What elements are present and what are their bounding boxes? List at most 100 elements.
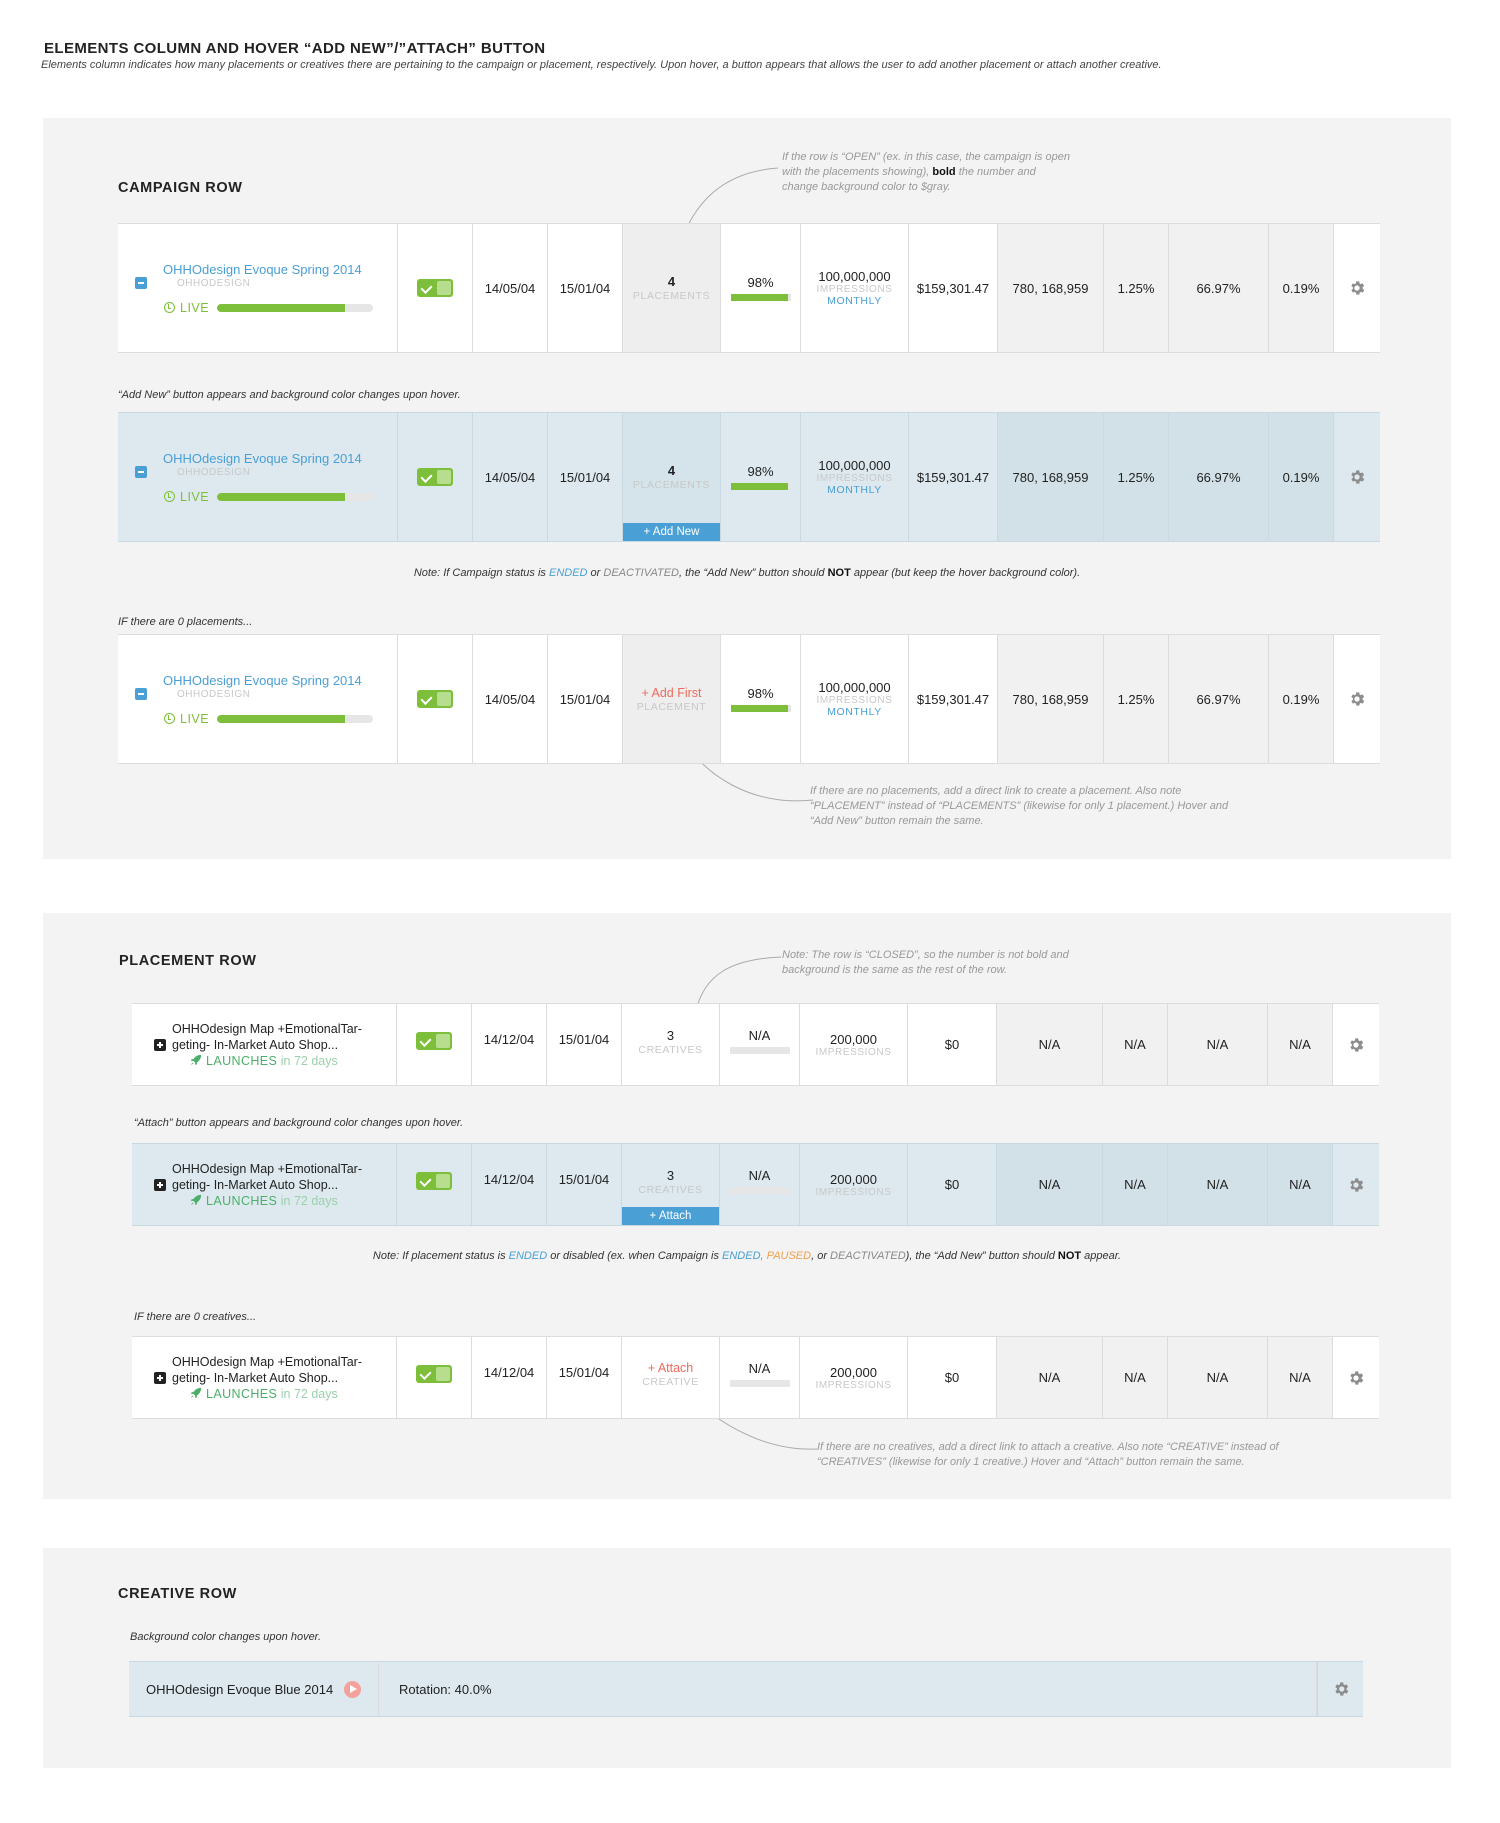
placement-row[interactable]: OHHOdesign Map +EmotionalTar- geting- In… bbox=[132, 1143, 1379, 1226]
campaign-row[interactable]: OHHOdesign Evoque Spring 2014 OHHODESIGN… bbox=[118, 412, 1380, 542]
placement-name-line1[interactable]: OHHOdesign Map +EmotionalTar- bbox=[172, 1354, 362, 1370]
pacing-cell: N/A bbox=[720, 1337, 800, 1418]
zero-creatives-note: IF there are 0 creatives... bbox=[134, 1311, 257, 1323]
creative-name-cell: OHHOdesign Evoque Blue 2014 bbox=[129, 1662, 379, 1716]
pacing-value: 98% bbox=[747, 686, 774, 701]
placement-row[interactable]: OHHOdesign Map +EmotionalTar- geting- In… bbox=[132, 1003, 1379, 1086]
end-date: 15/01/04 bbox=[547, 1337, 622, 1418]
campaign-name-link[interactable]: OHHOdesign Evoque Spring 2014 bbox=[163, 673, 362, 688]
campaign-status-note: Note: If Campaign status is ENDED or DEA… bbox=[413, 567, 1081, 579]
creative-row[interactable]: OHHOdesign Evoque Blue 2014 Rotation: 40… bbox=[129, 1661, 1363, 1717]
gear-icon[interactable] bbox=[1332, 1680, 1350, 1698]
campaign-org: OHHODESIGN bbox=[177, 277, 251, 289]
end-date: 15/01/04 bbox=[547, 1004, 622, 1085]
elements-cell: + Attach CREATIVE bbox=[622, 1337, 720, 1418]
elements-label: CREATIVES bbox=[638, 1184, 703, 1196]
active-toggle[interactable] bbox=[416, 1172, 452, 1190]
expand-icon[interactable] bbox=[154, 1372, 166, 1384]
pacing-value: N/A bbox=[748, 1361, 771, 1376]
impressions-label: IMPRESSIONS bbox=[815, 1046, 892, 1058]
attach-first-creative-link[interactable]: + Attach bbox=[648, 1361, 694, 1375]
viewability-value: 66.97% bbox=[1169, 413, 1269, 541]
placement-name-line1[interactable]: OHHOdesign Map +EmotionalTar- bbox=[172, 1161, 362, 1177]
creative-settings-cell bbox=[1317, 1662, 1363, 1716]
rocket-icon bbox=[190, 1194, 202, 1209]
campaign-name-link[interactable]: OHHOdesign Evoque Spring 2014 bbox=[163, 451, 362, 466]
impressions-period: MONTHLY bbox=[827, 484, 882, 496]
impressions-label: IMPRESSIONS bbox=[816, 284, 893, 295]
expand-icon[interactable] bbox=[154, 1039, 166, 1051]
creative-section-title: CREATIVE ROW bbox=[118, 1586, 237, 1602]
launch-label: LAUNCHES bbox=[206, 1387, 278, 1401]
campaign-name-cell: OHHOdesign Evoque Spring 2014 OHHODESIGN… bbox=[118, 413, 398, 541]
ctr-value: 1.25% bbox=[1104, 224, 1169, 352]
placement-name-line2[interactable]: geting- In-Market Auto Shop... bbox=[172, 1370, 338, 1386]
budget-value: $159,301.47 bbox=[909, 635, 998, 763]
active-toggle[interactable] bbox=[417, 279, 453, 297]
creative-hover-note: Background color changes upon hover. bbox=[130, 1631, 321, 1643]
ctr-value: N/A bbox=[1103, 1337, 1168, 1418]
pacing-value: N/A bbox=[748, 1168, 771, 1183]
end-date: 15/01/04 bbox=[548, 413, 623, 541]
active-toggle[interactable] bbox=[417, 690, 453, 708]
delivered-value: N/A bbox=[997, 1337, 1103, 1418]
collapse-icon[interactable] bbox=[135, 466, 147, 478]
page-title: ELEMENTS COLUMN AND HOVER “ADD NEW”/”ATT… bbox=[44, 40, 546, 57]
ctr-value: 1.25% bbox=[1104, 413, 1169, 541]
gear-icon[interactable] bbox=[1347, 1176, 1365, 1194]
campaign-row[interactable]: OHHOdesign Evoque Spring 2014 OHHODESIGN… bbox=[118, 634, 1380, 764]
gear-icon[interactable] bbox=[1347, 1369, 1365, 1387]
active-toggle[interactable] bbox=[417, 468, 453, 486]
viewability-value: N/A bbox=[1168, 1337, 1268, 1418]
placement-row[interactable]: OHHOdesign Map +EmotionalTar- geting- In… bbox=[132, 1336, 1379, 1419]
delivered-value: N/A bbox=[997, 1004, 1103, 1085]
zero-creatives-explain: If there are no creatives, add a direct … bbox=[817, 1441, 1279, 1468]
gear-icon[interactable] bbox=[1347, 1036, 1365, 1054]
gear-icon[interactable] bbox=[1348, 279, 1366, 297]
add-new-button[interactable]: + Add New bbox=[623, 523, 720, 541]
play-icon[interactable] bbox=[344, 1680, 362, 1698]
settings-cell bbox=[1334, 635, 1380, 763]
collapse-icon[interactable] bbox=[135, 688, 147, 700]
gear-icon[interactable] bbox=[1348, 468, 1366, 486]
attach-button[interactable]: + Attach bbox=[622, 1207, 719, 1225]
placement-name-line2[interactable]: geting- In-Market Auto Shop... bbox=[172, 1037, 338, 1053]
impressions-cell: 200,000 IMPRESSIONS bbox=[800, 1004, 908, 1085]
elements-cell: 3 CREATIVES + Attach bbox=[622, 1144, 720, 1225]
budget-value: $0 bbox=[908, 1337, 997, 1418]
collapse-icon[interactable] bbox=[135, 277, 147, 289]
impressions-label: IMPRESSIONS bbox=[815, 1186, 892, 1198]
expand-icon[interactable] bbox=[154, 1179, 166, 1191]
impressions-cell: 100,000,000 IMPRESSIONS MONTHLY bbox=[801, 413, 909, 541]
add-first-placement-link[interactable]: + Add First bbox=[641, 686, 701, 700]
delivered-value: 780, 168,959 bbox=[998, 413, 1104, 541]
gear-icon[interactable] bbox=[1348, 690, 1366, 708]
toggle-cell bbox=[398, 635, 473, 763]
start-date: 14/12/04 bbox=[472, 1337, 547, 1418]
campaign-org: OHHODESIGN bbox=[177, 688, 251, 700]
active-toggle[interactable] bbox=[416, 1032, 452, 1050]
start-date: 14/12/04 bbox=[472, 1144, 547, 1225]
zero-placements-explain: If there are no placements, add a direct… bbox=[810, 785, 1229, 827]
elements-count: 3 bbox=[666, 1028, 675, 1043]
launch-label: LAUNCHES bbox=[206, 1054, 278, 1068]
elements-label: PLACEMENTS bbox=[632, 479, 711, 491]
flight-progress-bar bbox=[217, 492, 374, 501]
placement-name-line1[interactable]: OHHOdesign Map +EmotionalTar- bbox=[172, 1021, 362, 1037]
campaign-row[interactable]: OHHOdesign Evoque Spring 2014 OHHODESIGN… bbox=[118, 223, 1380, 353]
pacing-bar bbox=[729, 1187, 790, 1194]
clock-icon bbox=[164, 713, 175, 724]
end-date: 15/01/04 bbox=[548, 635, 623, 763]
campaign-name-link[interactable]: OHHOdesign Evoque Spring 2014 bbox=[163, 262, 362, 277]
placement-status: LAUNCHES in 72 days bbox=[190, 1194, 338, 1209]
viewability-value: N/A bbox=[1168, 1144, 1268, 1225]
active-toggle[interactable] bbox=[416, 1365, 452, 1383]
placement-name-line2[interactable]: geting- In-Market Auto Shop... bbox=[172, 1177, 338, 1193]
impressions-cell: 100,000,000 IMPRESSIONS MONTHLY bbox=[801, 224, 909, 352]
creative-name[interactable]: OHHOdesign Evoque Blue 2014 bbox=[146, 1682, 333, 1697]
budget-value: $0 bbox=[908, 1004, 997, 1085]
pacing-bar bbox=[730, 705, 791, 712]
campaign-status: LIVE bbox=[164, 490, 374, 504]
elements-label: PLACEMENT bbox=[636, 700, 707, 713]
impressions-label: IMPRESSIONS bbox=[816, 695, 893, 706]
